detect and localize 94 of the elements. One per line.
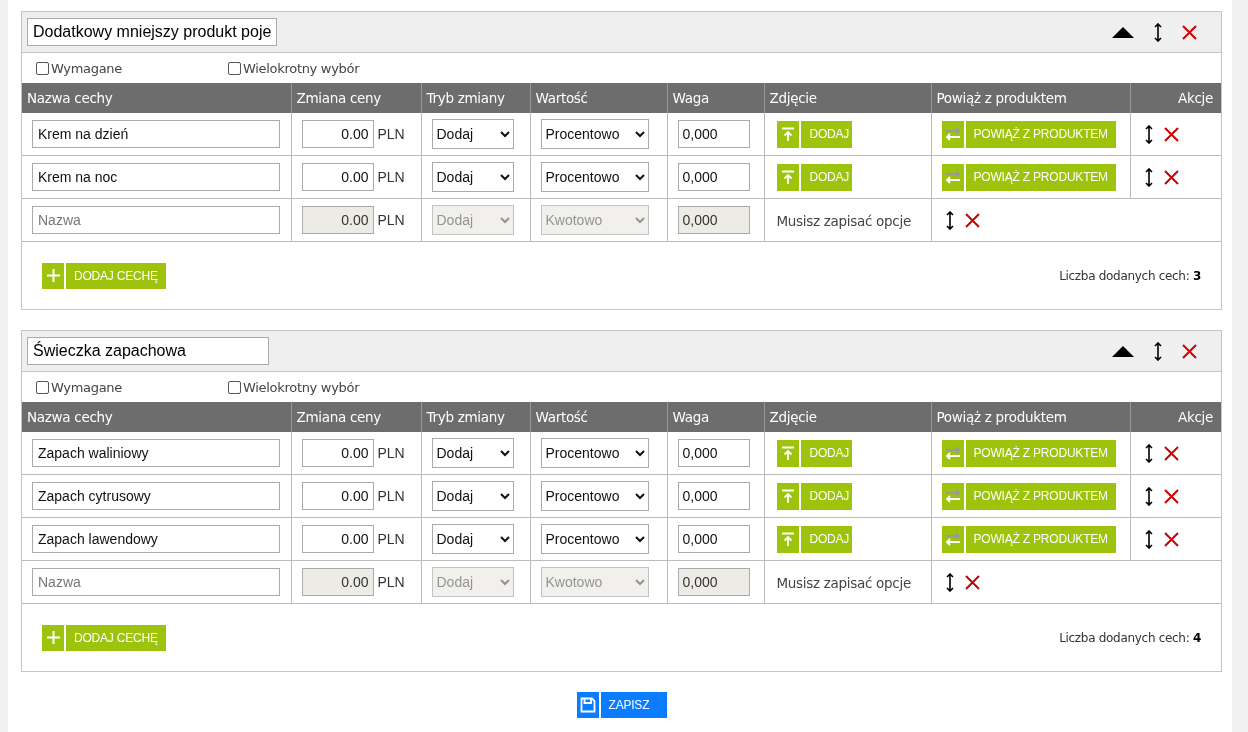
delete-icon[interactable]	[1163, 169, 1179, 185]
column-header: Waga	[667, 83, 764, 113]
column-header: Wartość	[530, 402, 667, 432]
weight-field[interactable]: 0,000	[677, 439, 750, 467]
move-icon[interactable]	[1144, 124, 1153, 144]
option-checkbox[interactable]: Wielokrotny wybór	[228, 379, 420, 395]
delete-icon[interactable]	[1163, 445, 1179, 461]
column-header: Powiąż z produktem	[931, 402, 1130, 432]
column-header: Zdjęcie	[764, 402, 931, 432]
weight-field[interactable]: 0,000	[677, 482, 750, 510]
value-type-select[interactable]: Procentowo	[540, 162, 649, 192]
currency-label: PLN	[377, 488, 405, 504]
feature-count-text: Liczba dodanych cech: 3	[1059, 268, 1201, 283]
name-field[interactable]: Zapach lawendowy	[32, 525, 280, 553]
save-button[interactable]: ZAPISZ	[576, 692, 667, 718]
value-type-select[interactable]: Procentowo	[540, 119, 649, 149]
upload-icon	[780, 531, 795, 547]
column-header: Nazwa cechy	[22, 83, 291, 113]
name-field[interactable]: Zapach waliniowy	[32, 439, 280, 467]
column-header: Zmiana ceny	[291, 402, 421, 432]
swap-arrows-icon	[944, 127, 961, 141]
move-icon[interactable]	[1144, 167, 1153, 187]
name-field[interactable]: Nazwa	[32, 206, 280, 234]
option-checkbox[interactable]: Wymagane	[36, 60, 228, 76]
column-header: Powiąż z produktem	[931, 83, 1130, 113]
upload-icon	[780, 445, 795, 461]
group-title-field[interactable]: Świeczka zapachowa	[27, 337, 269, 365]
option-checkbox[interactable]: Wymagane	[36, 379, 228, 395]
option-checkbox[interactable]: Wielokrotny wybór	[228, 60, 420, 76]
price-field[interactable]: 0.00	[301, 482, 374, 510]
price-field[interactable]: 0.00	[301, 163, 374, 191]
plus-icon	[46, 269, 60, 282]
delete-icon[interactable]	[964, 212, 980, 228]
weight-field[interactable]: 0,000	[677, 163, 750, 191]
mode-select[interactable]: Dodaj	[431, 524, 514, 554]
value-type-select[interactable]: Procentowo	[540, 524, 649, 554]
price-field[interactable]: 0.00	[301, 439, 374, 467]
upload-icon	[780, 169, 795, 185]
name-field[interactable]: Zapach cytrusowy	[32, 482, 280, 510]
delete-icon[interactable]	[1163, 126, 1179, 142]
move-icon[interactable]	[945, 210, 954, 230]
column-header: Waga	[667, 402, 764, 432]
mode-select[interactable]: Dodaj	[431, 438, 514, 468]
save-icon	[579, 697, 596, 713]
close-icon[interactable]	[1182, 24, 1197, 40]
price-field[interactable]: 0.00	[301, 120, 374, 148]
save-required-message: Musisz zapisać opcje	[776, 574, 911, 591]
currency-label: PLN	[377, 574, 405, 590]
swap-arrows-icon	[944, 170, 961, 184]
delete-icon[interactable]	[1163, 488, 1179, 504]
weight-field[interactable]: 0,000	[677, 525, 750, 553]
currency-label: PLN	[377, 531, 405, 547]
move-icon[interactable]	[1154, 22, 1162, 42]
currency-label: PLN	[377, 169, 405, 185]
swap-arrows-icon	[944, 446, 961, 460]
save-required-message: Musisz zapisać opcje	[776, 212, 911, 229]
currency-label: PLN	[377, 126, 405, 142]
currency-label: PLN	[377, 212, 405, 228]
column-header: Tryb zmiany	[421, 402, 530, 432]
column-header: Akcje	[1130, 402, 1221, 432]
price-field[interactable]: 0.00	[301, 525, 374, 553]
move-icon[interactable]	[1144, 486, 1153, 506]
group-title-field[interactable]: Dodatkowy mniejszy produkt poje	[27, 18, 278, 46]
column-header: Akcje	[1130, 83, 1221, 113]
move-icon[interactable]	[1144, 443, 1153, 463]
feature-count-text: Liczba dodanych cech: 4	[1059, 630, 1201, 645]
mode-select[interactable]: Dodaj	[431, 481, 514, 511]
column-header: Tryb zmiany	[421, 83, 530, 113]
upload-icon	[780, 126, 795, 142]
column-header: Nazwa cechy	[22, 402, 291, 432]
close-icon[interactable]	[1182, 343, 1197, 359]
collapse-icon[interactable]	[1112, 26, 1134, 38]
name-field[interactable]: Nazwa	[32, 568, 280, 596]
swap-arrows-icon	[944, 532, 961, 546]
move-icon[interactable]	[1154, 341, 1162, 361]
value-type-select[interactable]: Procentowo	[540, 438, 649, 468]
move-icon[interactable]	[945, 572, 954, 592]
name-field[interactable]: Krem na noc	[32, 163, 280, 191]
column-header: Zmiana ceny	[291, 83, 421, 113]
delete-icon[interactable]	[1163, 531, 1179, 547]
currency-label: PLN	[377, 445, 405, 461]
plus-icon	[46, 631, 60, 644]
name-field[interactable]: Krem na dzień	[32, 120, 280, 148]
swap-arrows-icon	[944, 489, 961, 503]
move-icon[interactable]	[1144, 529, 1153, 549]
mode-select[interactable]: Dodaj	[431, 162, 514, 192]
weight-field[interactable]: 0,000	[677, 120, 750, 148]
value-type-select[interactable]: Procentowo	[540, 481, 649, 511]
column-header: Wartość	[530, 83, 667, 113]
mode-select[interactable]: Dodaj	[431, 119, 514, 149]
delete-icon[interactable]	[964, 574, 980, 590]
upload-icon	[780, 488, 795, 504]
column-header: Zdjęcie	[764, 83, 931, 113]
collapse-icon[interactable]	[1112, 345, 1134, 357]
